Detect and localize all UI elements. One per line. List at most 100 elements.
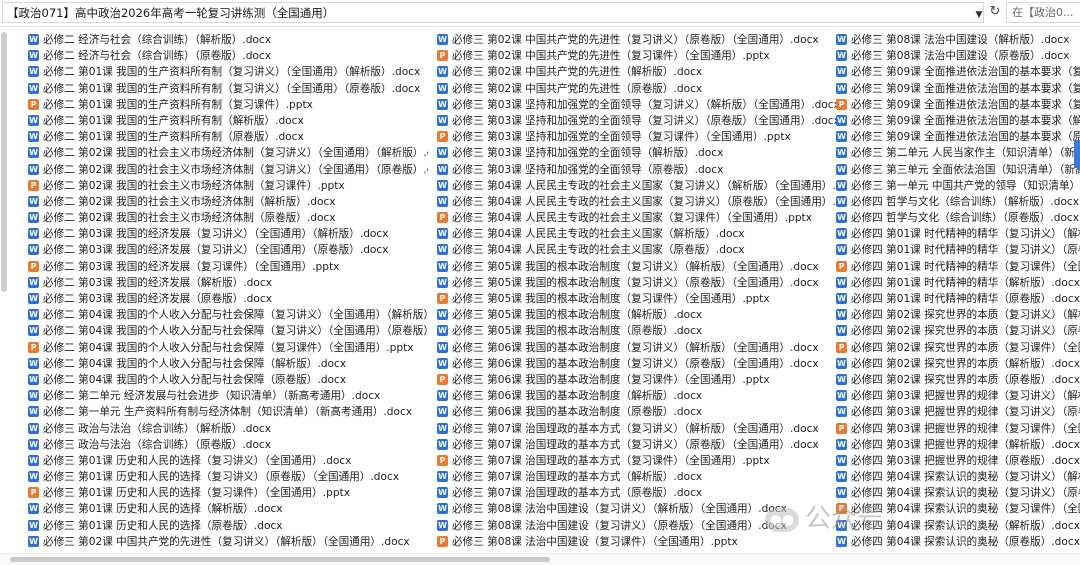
file-item[interactable]: W 必修三 第02课 中国共产党的先进性（解析版）.docx [437,64,837,80]
file-item[interactable]: P 必修二 第02课 我国的社会主义市场经济体制（复习课件）.pptx [28,178,428,194]
file-item[interactable]: W 必修三 第02课 中国共产党的先进性（复习讲义）（解析版）（全国通用）.doc… [28,534,428,550]
file-item[interactable]: P 必修三 第07课 治国理政的基本方式（复习课件）（全国通用）.pptx [437,453,837,469]
file-item[interactable]: P 必修三 第03课 坚持和加强党的全面领导（复习课件）（全国通用）.pptx [437,129,837,145]
file-item[interactable]: W 必修三 第07课 治国理政的基本方式（复习讲义）（解析版）（全国通用）.doc… [437,421,837,437]
file-item[interactable]: P 必修四 第03课 把握世界的规律（复习课件）（全国通用 [836,421,1080,437]
file-item[interactable]: W 必修二 第01课 我国的生产资料所有制（原卷版）.docx [28,129,428,145]
file-item[interactable]: W 必修二 第01课 我国的生产资料所有制（复习讲义）（全国通用）（原卷版）.do… [28,81,428,97]
file-item[interactable]: W 必修三 第09课 全面推进依法治国的基本要求（解析版） [836,113,1080,129]
file-item[interactable]: P 必修三 第09课 全面推进依法治国的基本要求（复习课件） [836,97,1080,113]
file-item[interactable]: W 必修三 第01课 历史和人民的选择（解析版）.docx [28,501,428,517]
file-item[interactable]: W 必修二 第02课 我国的社会主义市场经济体制（复习讲义）（全国通用）（解析版）… [28,145,428,161]
file-item[interactable]: P 必修四 第02课 探究世界的本质（复习课件）（全国通用 [836,340,1080,356]
file-item[interactable]: W 必修二 第02课 我国的社会主义市场经济体制（解析版）.docx [28,194,428,210]
file-item[interactable]: W 必修四 第03课 把握世界的规律（复习讲义）（解析版） [836,388,1080,404]
file-item[interactable]: W 必修四 哲学与文化（综合训练）（原卷版）.docx [836,210,1080,226]
file-item[interactable]: W 必修二 第一单元 生产资料所有制与经济体制（知识清单）（新高考通用）.docx [28,404,428,420]
file-item[interactable]: W 必修三 第09课 全面推进依法治国的基本要求（复习讲义） [836,64,1080,80]
file-item[interactable]: W 必修三 第03课 坚持和加强党的全面领导（解析版）.docx [437,145,837,161]
horizontal-scrollbar[interactable] [0,553,1080,565]
file-item[interactable]: W 必修二 经济与社会（综合训练）（解析版）.docx [28,32,428,48]
refresh-icon[interactable]: ↻ [986,3,1004,21]
file-item[interactable]: W 必修二 第03课 我国的经济发展（复习讲义）（全国通用）（解析版）.docx [28,226,428,242]
file-item[interactable]: P 必修二 第01课 我国的生产资料所有制（复习课件）.pptx [28,97,428,113]
file-item[interactable]: W 必修二 第03课 我国的经济发展（原卷版）.docx [28,291,428,307]
file-item[interactable]: W 必修四 第01课 时代精神的精华（复习讲义）（原卷版） [836,242,1080,258]
file-item[interactable]: W 必修四 哲学与文化（综合训练）（解析版）.docx [836,194,1080,210]
file-item[interactable]: W 必修三 第02课 中国共产党的先进性（复习讲义）（原卷版）（全国通用）.doc… [437,32,837,48]
file-name: 必修四 第02课 探究世界的本质（原卷版）.docx [851,373,1080,386]
file-item[interactable]: W 必修二 第04课 我国的个人收入分配与社会保障（原卷版）.docx [28,372,428,388]
file-item[interactable]: P 必修三 第06课 我国的基本政治制度（复习课件）（全国通用）.pptx [437,372,837,388]
file-item[interactable]: W 必修三 第01课 历史和人民的选择（复习讲义）（原卷版）（全国通用）.docx [28,469,428,485]
file-item[interactable]: W 必修二 第03课 我国的经济发展（复习讲义）（全国通用）（原卷版）.docx [28,242,428,258]
file-item[interactable]: W 必修三 第01课 历史和人民的选择（原卷版）.docx [28,518,428,534]
chevron-down-icon[interactable]: ▼ [973,8,985,22]
file-item[interactable]: W 必修三 第06课 我国的基本政治制度（复习讲义）（解析版）（全国通用）.doc… [437,340,837,356]
file-item[interactable]: W 必修三 第02课 中国共产党的先进性（原卷版）.docx [437,81,837,97]
file-item[interactable]: W 必修三 第07课 治国理政的基本方式（解析版）.docx [437,469,837,485]
file-item[interactable]: W 必修三 第08课 法治中国建设（原卷版）.docx [836,48,1080,64]
file-item[interactable]: W 必修四 第02课 探究世界的本质（原卷版）.docx [836,372,1080,388]
file-item[interactable]: W 必修三 第一单元 中国共产党的领导（知识清单）（新高 [836,178,1080,194]
file-item[interactable]: W 必修三 第06课 我国的基本政治制度（复习讲义）（原卷版）（全国通用）.doc… [437,356,837,372]
file-item[interactable]: W 必修二 第01课 我国的生产资料所有制（复习讲义）（全国通用）（解析版）.do… [28,64,428,80]
file-item[interactable]: W 必修四 第01课 时代精神的精华（原卷版）.docx [836,291,1080,307]
file-item[interactable]: W 必修三 第06课 我国的基本政治制度（原卷版）.docx [437,404,837,420]
file-item[interactable]: P 必修三 第05课 我国的根本政治制度（复习课件）（全国通用）.pptx [437,291,837,307]
word-document-icon: W [437,114,448,126]
file-item[interactable]: W 必修二 第01课 我国的生产资料所有制（解析版）.docx [28,113,428,129]
file-item[interactable]: P 必修二 第03课 我国的经济发展（复习课件）（全国通用）.pptx [28,259,428,275]
file-item[interactable]: P 必修三 第04课 人民民主专政的社会主义国家（复习课件）（全国通用）.pptx [437,210,837,226]
file-item[interactable]: W 必修三 政治与法治（综合训练）（原卷版）.docx [28,437,428,453]
file-item[interactable]: W 必修四 第02课 探究世界的本质（解析版）.docx [836,356,1080,372]
file-item[interactable]: W 必修三 第04课 人民民主专政的社会主义国家（复习讲义）（原卷版）（全国通用）… [437,194,837,210]
file-item[interactable]: W 必修二 第二单元 经济发展与社会进步（知识清单）（新高考通用）.docx [28,388,428,404]
file-item[interactable]: W 必修三 第03课 坚持和加强党的全面领导（原卷版）.docx [437,162,837,178]
file-item[interactable]: W 必修三 政治与法治（综合训练）（解析版）.docx [28,421,428,437]
file-item[interactable]: P 必修二 第04课 我国的个人收入分配与社会保障（复习课件）（全国通用）.ppt… [28,340,428,356]
file-item[interactable]: W 必修二 第02课 我国的社会主义市场经济体制（复习讲义）（全国通用）（原卷版）… [28,162,428,178]
file-item[interactable]: W 必修三 第07课 治国理政的基本方式（复习讲义）（原卷版）（全国通用）.doc… [437,437,837,453]
file-item[interactable]: W 必修三 第05课 我国的根本政治制度（原卷版）.docx [437,323,837,339]
horizontal-scrollbar-thumb[interactable] [10,557,550,562]
file-item[interactable]: W 必修三 第05课 我国的根本政治制度（解析版）.docx [437,307,837,323]
file-item[interactable]: W 必修三 第04课 人民民主专政的社会主义国家（解析版）.docx [437,226,837,242]
file-item[interactable]: W 必修三 第06课 我国的基本政治制度（解析版）.docx [437,388,837,404]
file-item[interactable]: W 必修三 第04课 人民民主专政的社会主义国家（原卷版）.docx [437,242,837,258]
file-name: 必修四 第03课 把握世界的规律（复习讲义）（解析版） [851,390,1080,403]
file-item[interactable]: W 必修二 经济与社会（综合训练）（原卷版）.docx [28,48,428,64]
file-item[interactable]: W 必修三 第03课 坚持和加强党的全面领导（复习讲义）（解析版）（全国通用）.d… [437,97,837,113]
file-item[interactable]: W 必修三 第01课 历史和人民的选择（复习讲义）（全国通用）.docx [28,453,428,469]
search-input[interactable]: 在【政治0... [1006,2,1080,23]
file-item[interactable]: W 必修四 第02课 探究世界的本质（复习讲义）（原卷版） [836,323,1080,339]
file-item[interactable]: W 必修三 第08课 法治中国建设（解析版）.docx [836,32,1080,48]
file-item[interactable]: W 必修三 第09课 全面推进依法治国的基本要求（原卷版） [836,129,1080,145]
file-item[interactable]: W 必修三 第三单元 全面依法治国（知识清单）（新高考通 [836,162,1080,178]
file-item[interactable]: W 必修三 第05课 我国的根本政治制度（复习讲义）（解析版）（全国通用）.doc… [437,259,837,275]
file-item[interactable]: W 必修三 第04课 人民民主专政的社会主义国家（复习讲义）（解析版）（全国通用）… [437,178,837,194]
file-item[interactable]: W 必修三 第09课 全面推进依法治国的基本要求（复习讲义） [836,81,1080,97]
file-item[interactable]: W 必修四 第01课 时代精神的精华（复习讲义）（解析版） [836,226,1080,242]
file-name: 必修四 哲学与文化（综合训练）（解析版）.docx [851,195,1080,208]
file-item[interactable]: W 必修四 第02课 探究世界的本质（复习讲义）（解析版） [836,307,1080,323]
file-item[interactable]: W 必修三 第05课 我国的根本政治制度（复习讲义）（原卷版）（全国通用）.doc… [437,275,837,291]
path-field[interactable]: 【政治071】高中政治2026年高考一轮复习讲练测（全国通用） ▼ [2,2,984,23]
file-item[interactable]: W 必修四 第03课 把握世界的规律（解析版）.docx [836,437,1080,453]
file-item[interactable]: W 必修三 第03课 坚持和加强党的全面领导（复习讲义）（原卷版）（全国通用）.d… [437,113,837,129]
file-item[interactable]: W 必修三 第二单元 人民当家作主（知识清单）（新高考通 [836,145,1080,161]
file-item[interactable]: W 必修二 第04课 我国的个人收入分配与社会保障（解析版）.docx [28,356,428,372]
word-document-icon: W [836,131,847,143]
file-item[interactable]: W 必修二 第04课 我国的个人收入分配与社会保障（复习讲义）（全国通用）（解析版… [28,307,428,323]
file-item[interactable]: W 必修四 第01课 时代精神的精华（解析版）.docx [836,275,1080,291]
file-item[interactable]: P 必修三 第01课 历史和人民的选择（复习课件）（全国通用）.pptx [28,485,428,501]
file-item[interactable]: W 必修二 第03课 我国的经济发展（解析版）.docx [28,275,428,291]
file-item[interactable]: W 必修二 第04课 我国的个人收入分配与社会保障（复习讲义）（全国通用）（原卷版… [28,323,428,339]
file-name: 必修三 第08课 法治中国建设（解析版）.docx [851,34,1070,46]
file-item[interactable]: P 必修三 第02课 中国共产党的先进性（复习课件）（全国通用）.pptx [437,48,837,64]
file-item[interactable]: P 必修四 第01课 时代精神的精华（复习课件）（全国通用 [836,259,1080,275]
file-item[interactable]: W 必修二 第02课 我国的社会主义市场经济体制（原卷版）.docx [28,210,428,226]
file-item[interactable]: W 必修四 第03课 把握世界的规律（复习讲义）（原卷版） [836,404,1080,420]
file-item[interactable]: W 必修四 第04课 探索认识的奥秘（复习讲义）（解析版） [836,469,1080,485]
file-item[interactable]: W 必修四 第03课 把握世界的规律（原卷版）.docx [836,453,1080,469]
